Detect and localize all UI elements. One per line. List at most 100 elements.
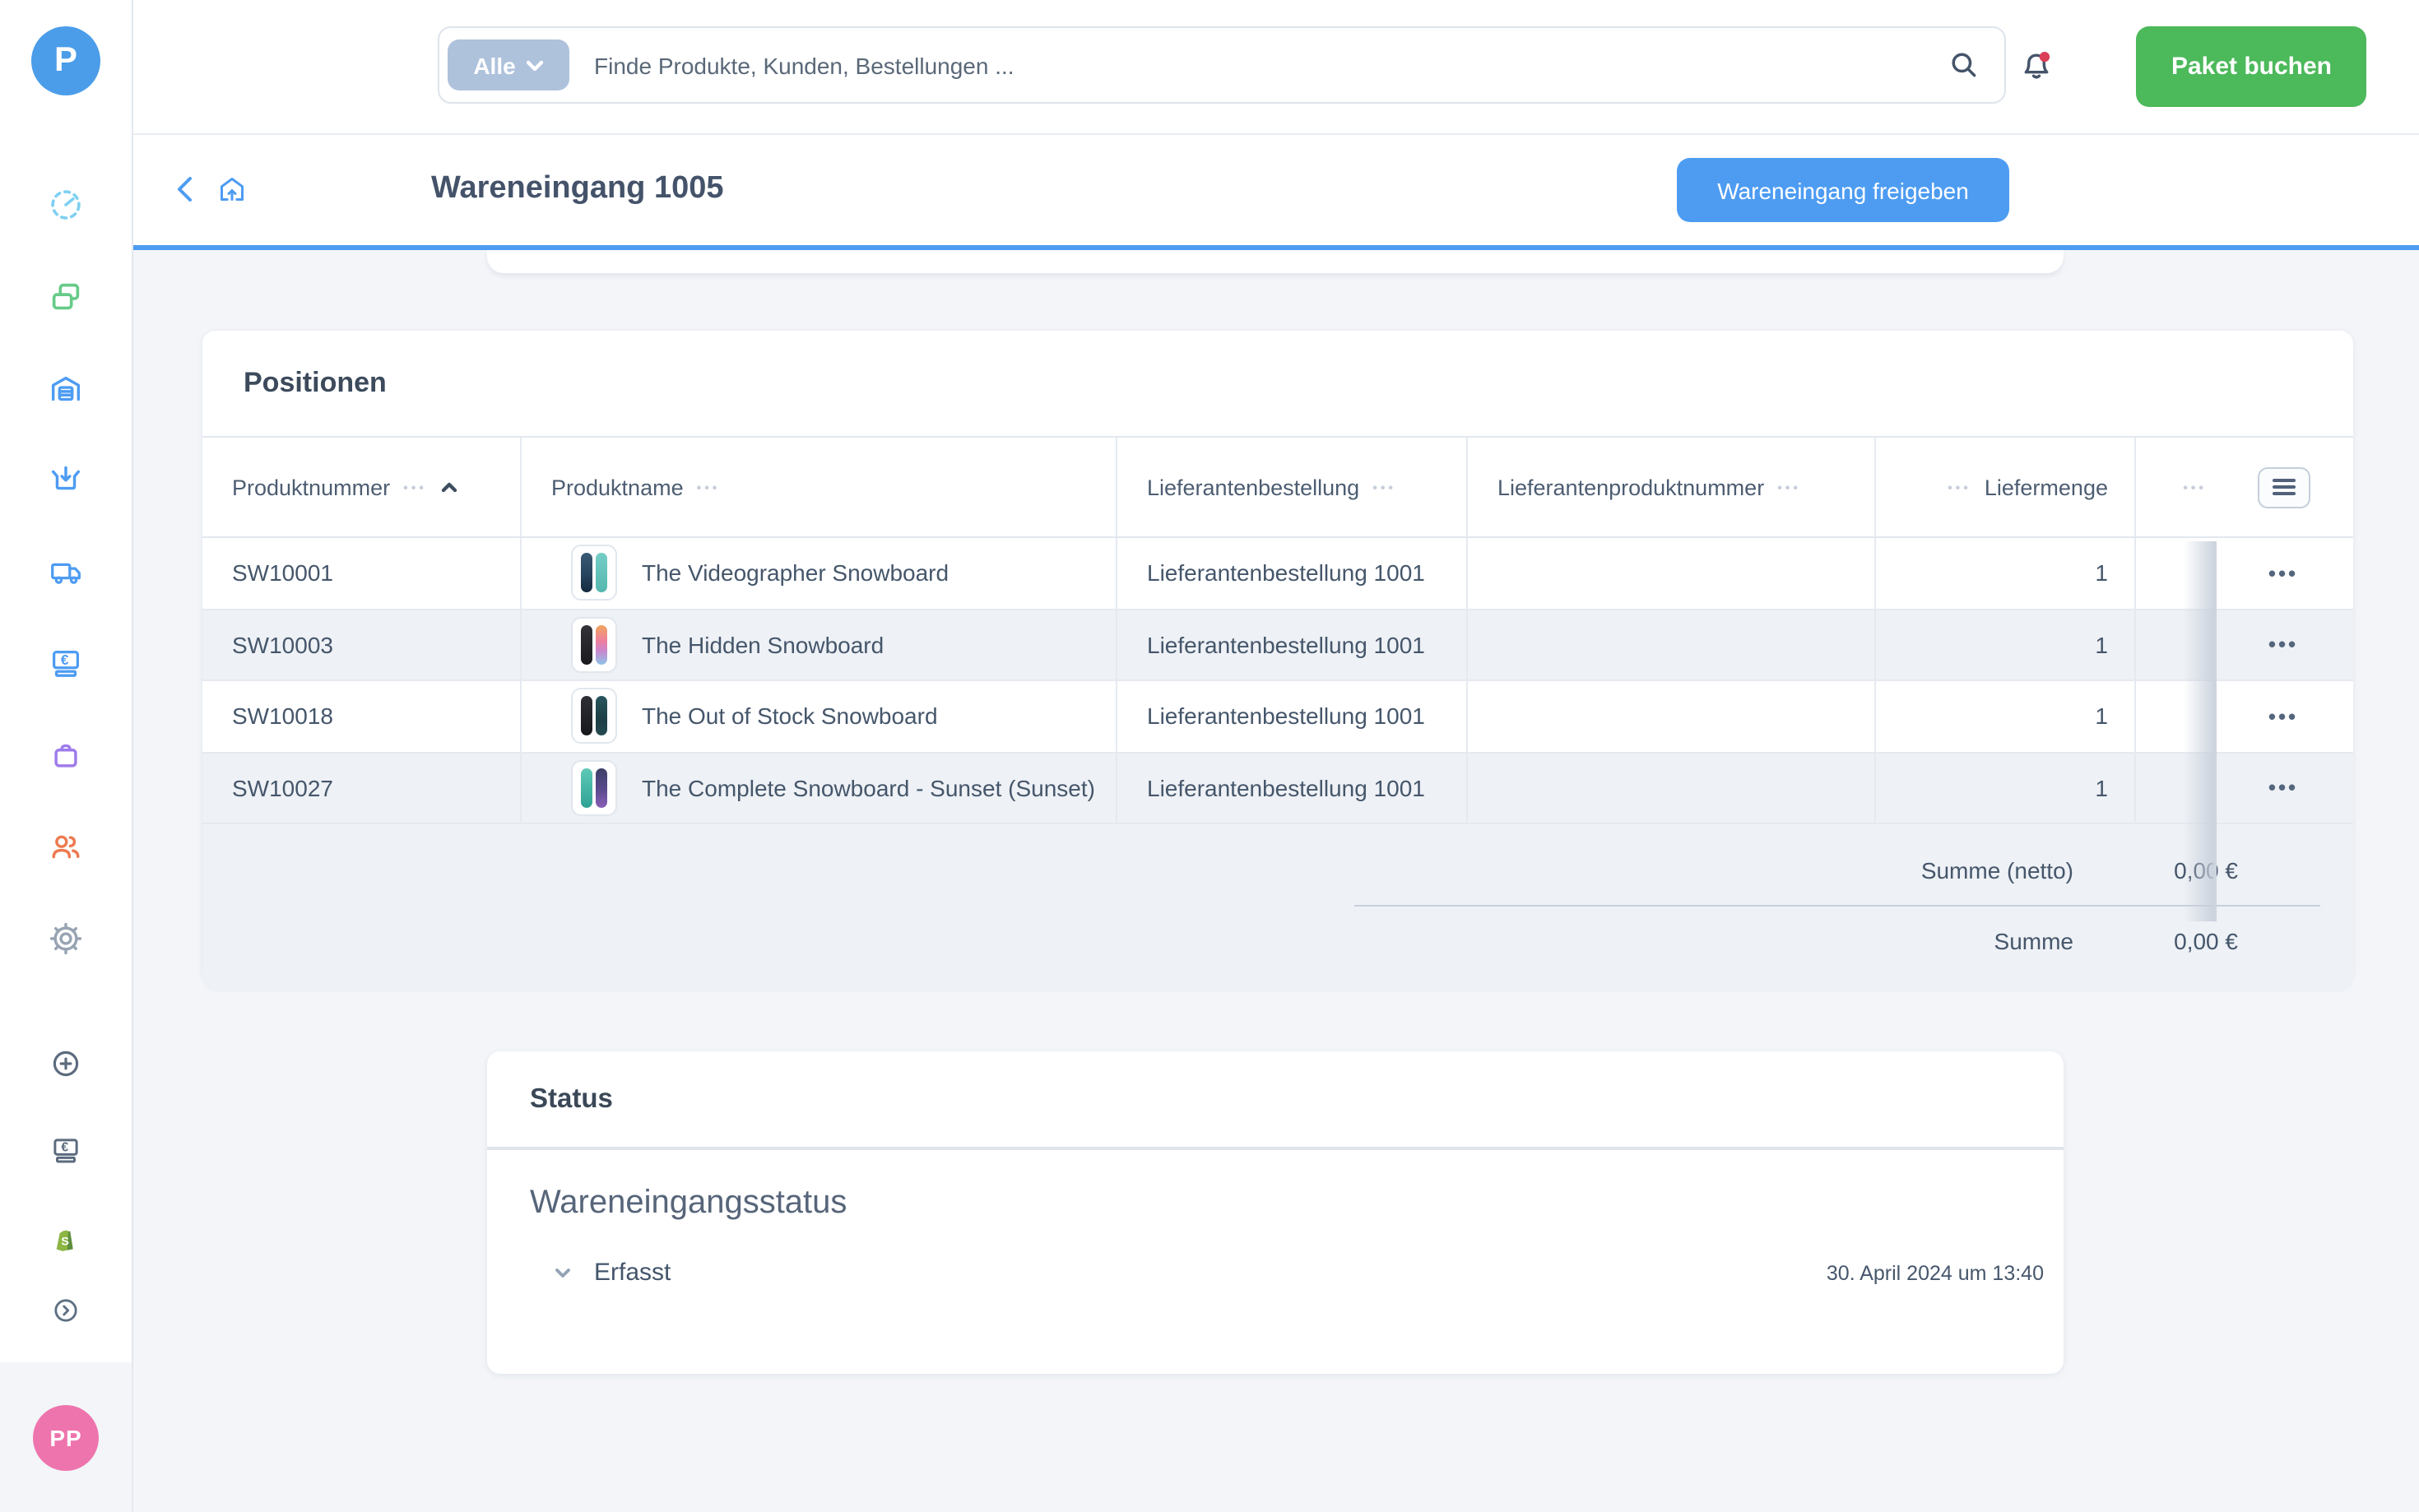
table-header-row: Produktnummer ••• Produktname ••• Liefer… <box>202 436 2353 538</box>
cell-actions: ••• <box>2213 610 2353 679</box>
summary-netto-row: Summe (netto) 0,00 € <box>202 844 2320 897</box>
cell-lieferantenproduktnummer <box>1466 681 1874 751</box>
topbar: Alle Paket buchen <box>132 0 2419 135</box>
avatar-initials[interactable]: PP <box>33 1405 99 1471</box>
user-avatar[interactable]: PP <box>33 1405 99 1471</box>
page-title: Wareneingang 1005 <box>431 133 724 245</box>
cell-actions: ••• <box>2213 538 2353 608</box>
products-copy-icon <box>47 278 85 316</box>
column-header-clipped[interactable]: ••• <box>2134 438 2213 536</box>
product-thumbnail <box>571 545 617 601</box>
sales-register-euro-icon: € <box>47 645 85 683</box>
gear-icon <box>47 920 85 958</box>
content-area: Positionen Produktnummer ••• Produktname… <box>132 250 2419 1512</box>
column-header-lieferantenproduktnummer[interactable]: Lieferantenproduktnummer ••• <box>1466 438 1874 536</box>
dashboard-speedometer-icon <box>47 186 85 224</box>
search-scope-label: Alle <box>473 52 515 78</box>
logo-badge[interactable]: P <box>31 26 100 95</box>
sidebar-item-products[interactable] <box>47 278 85 316</box>
snowboard-image-right <box>596 768 607 808</box>
sidebar-item-settings[interactable] <box>47 920 85 958</box>
column-menu-dots-icon[interactable]: ••• <box>1372 480 1396 494</box>
chevron-down-icon[interactable] <box>553 1264 573 1281</box>
cell-lieferantenproduktnummer <box>1466 538 1874 608</box>
column-menu-dots-icon[interactable]: ••• <box>403 480 427 494</box>
table-settings-button[interactable] <box>2257 466 2310 508</box>
table-row[interactable]: SW10001 The Videographer Snowboard Liefe… <box>202 538 2353 610</box>
cell-produktnummer: SW10003 <box>202 610 520 679</box>
positionen-table: Produktnummer ••• Produktname ••• Liefer… <box>202 436 2353 992</box>
sidebar-item-add[interactable] <box>50 1048 81 1079</box>
wareneingang-freigeben-button[interactable]: Wareneingang freigeben <box>1677 158 2009 222</box>
snowboard-image-left <box>582 554 593 593</box>
row-actions-menu[interactable]: ••• <box>2268 633 2298 657</box>
product-name: The Out of Stock Snowboard <box>642 703 938 730</box>
cell-lieferantenbestellung: Lieferantenbestellung 1001 <box>1116 753 1466 823</box>
paket-buchen-button[interactable]: Paket buchen <box>2137 26 2366 107</box>
search-input[interactable] <box>569 52 1947 78</box>
sidebar-item-sales[interactable]: € <box>47 645 85 683</box>
global-search[interactable]: Alle <box>438 26 2006 104</box>
sidebar-item-cash-register[interactable]: € <box>49 1134 83 1168</box>
column-label: Liefermenge <box>1985 475 2108 499</box>
column-menu-dots-icon[interactable]: ••• <box>1777 480 1801 494</box>
goods-receipt-home-icon[interactable] <box>216 173 248 206</box>
sidebar-divider <box>132 0 133 1512</box>
horizontal-scroll-shadow[interactable] <box>2184 541 2217 921</box>
cell-lieferantenbestellung: Lieferantenbestellung 1001 <box>1116 538 1466 608</box>
column-menu-dots-icon[interactable]: ••• <box>2183 480 2207 494</box>
row-actions-menu[interactable]: ••• <box>2268 561 2298 586</box>
sidebar: P <box>0 0 132 1512</box>
positionen-card: Positionen Produktnummer ••• Produktname… <box>202 331 2353 982</box>
truck-icon <box>46 553 86 591</box>
page-header: Wareneingang 1005 Wareneingang freigeben <box>132 133 2419 250</box>
svg-text:€: € <box>61 1141 68 1155</box>
sidebar-item-purchases[interactable] <box>47 737 85 775</box>
summary-divider <box>1354 905 2320 907</box>
sort-asc-icon <box>440 477 460 497</box>
sidebar-item-customers[interactable] <box>46 828 86 865</box>
sidebar-item-warehouse[interactable] <box>47 370 85 408</box>
back-chevron-icon[interactable] <box>169 173 202 206</box>
column-header-produktnummer[interactable]: Produktnummer ••• <box>202 438 520 536</box>
status-timestamp: 30. April 2024 um 13:40 <box>1827 1261 2044 1284</box>
row-actions-menu[interactable]: ••• <box>2268 776 2298 800</box>
cell-liefermenge: 1 <box>1874 538 2134 608</box>
warehouse-icon <box>47 370 85 408</box>
sidebar-item-expand[interactable] <box>52 1296 80 1324</box>
product-name: The Hidden Snowboard <box>642 632 884 658</box>
status-state: Erfasst <box>594 1259 671 1287</box>
table-row[interactable]: SW10003 The Hidden Snowboard Lieferanten… <box>202 610 2353 681</box>
product-thumbnail <box>571 689 617 744</box>
chevron-right-circle-icon <box>52 1296 80 1324</box>
search-scope-dropdown[interactable]: Alle <box>448 39 569 90</box>
cell-lieferantenbestellung: Lieferantenbestellung 1001 <box>1116 681 1466 751</box>
shopping-bag-icon <box>47 737 85 775</box>
snowboard-image-right <box>596 625 607 665</box>
sidebar-item-shopify[interactable]: S <box>49 1224 82 1257</box>
product-thumbnail <box>571 617 617 673</box>
snowboard-image-left <box>582 768 593 808</box>
column-menu-dots-icon[interactable]: ••• <box>697 480 721 494</box>
sidebar-item-goods-receipt[interactable] <box>47 461 85 499</box>
row-actions-menu[interactable]: ••• <box>2268 704 2298 729</box>
table-row[interactable]: SW10027 The Complete Snowboard - Sunset … <box>202 753 2353 824</box>
column-header-lieferantenbestellung[interactable]: Lieferantenbestellung ••• <box>1116 438 1466 536</box>
column-menu-dots-icon[interactable]: ••• <box>1948 480 1971 494</box>
notifications-bell-icon[interactable] <box>2017 48 2055 86</box>
shopify-icon: S <box>49 1224 82 1257</box>
plus-circle-icon <box>50 1048 81 1079</box>
table-row[interactable]: SW10018 The Out of Stock Snowboard Liefe… <box>202 681 2353 753</box>
cell-liefermenge: 1 <box>1874 610 2134 679</box>
chevron-down-icon <box>527 58 544 72</box>
sidebar-item-dashboard[interactable] <box>47 186 85 224</box>
column-header-produktname[interactable]: Produktname ••• <box>520 438 1116 536</box>
snowboard-image-left <box>582 625 593 665</box>
search-icon[interactable] <box>1947 48 1981 82</box>
cell-lieferantenproduktnummer <box>1466 753 1874 823</box>
product-name: The Videographer Snowboard <box>642 560 949 587</box>
app-logo[interactable]: P <box>31 26 100 95</box>
column-header-liefermenge[interactable]: ••• Liefermenge <box>1874 438 2134 536</box>
cell-produktname: The Hidden Snowboard <box>520 610 1116 679</box>
sidebar-item-shipping[interactable] <box>46 553 86 591</box>
